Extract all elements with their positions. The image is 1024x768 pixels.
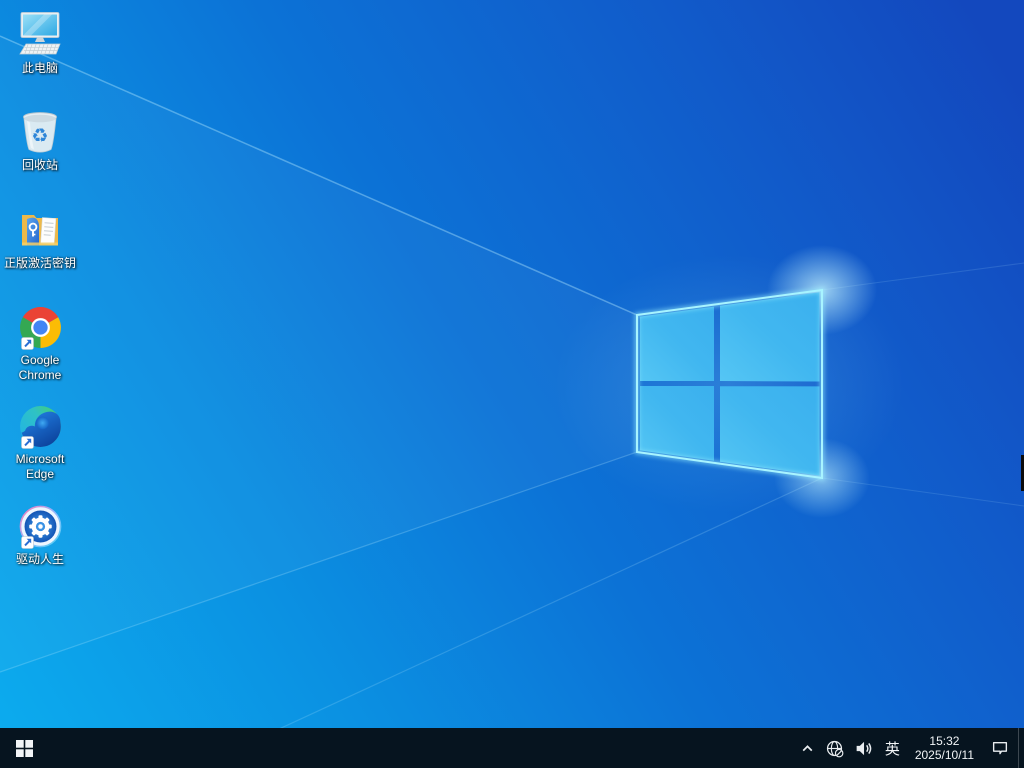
recycle-symbol: ♻ <box>31 125 48 147</box>
desktop-icon-this-pc[interactable]: 此电脑 <box>1 10 79 76</box>
desktop[interactable]: 此电脑 ♻ 回收站 正版激活密钥 Google Chrome Microsoft… <box>0 0 1024 728</box>
desktop-icon-label: 回收站 <box>21 158 58 172</box>
desktop-icon-microsoft-edge[interactable]: Microsoft Edge <box>1 401 79 482</box>
network-status-button[interactable] <box>820 728 849 768</box>
desktop-icon-label: Google Chrome <box>18 353 62 382</box>
desktop-icon-recycle-bin[interactable]: ♻ 回收站 <box>1 107 79 173</box>
desktop-icon-google-chrome[interactable]: Google Chrome <box>1 302 79 383</box>
speech-bubble-icon <box>992 742 1008 755</box>
shortcut-arrow-icon <box>20 436 34 449</box>
chevron-up-icon <box>802 744 813 751</box>
desktop-icon-driver-life[interactable]: 驱动人生 <box>1 501 79 567</box>
start-button[interactable] <box>0 728 48 768</box>
desktop-icon-label: 驱动人生 <box>15 552 64 566</box>
taskbar-clock[interactable]: 15:32 2025/10/11 <box>907 728 982 768</box>
recycle-bin-icon: ♻ <box>23 112 57 153</box>
clock-time: 15:32 <box>929 734 960 748</box>
hidden-icons-button[interactable] <box>795 728 820 768</box>
clock-date: 2025/10/11 <box>914 748 974 762</box>
system-tray: 英 15:32 2025/10/11 <box>795 728 1024 768</box>
windows-logo-icon <box>15 739 33 757</box>
desktop-icon-activation-key[interactable]: 正版激活密钥 <box>1 205 79 271</box>
computer-monitor-icon <box>19 12 61 55</box>
folder-key-icon <box>22 215 58 246</box>
volume-button[interactable] <box>849 728 878 768</box>
speaker-icon <box>856 741 872 755</box>
shortcut-arrow-icon <box>20 536 34 549</box>
globe-no-internet-icon <box>826 740 844 757</box>
show-desktop-button[interactable] <box>1018 728 1024 768</box>
wallpaper-windows-logo <box>0 0 1024 728</box>
windows-desktop-screen: 此电脑 ♻ 回收站 正版激活密钥 Google Chrome Microsoft… <box>0 0 1024 768</box>
taskbar: 英 15:32 2025/10/11 <box>0 728 1024 768</box>
desktop-icon-label: Microsoft Edge <box>15 452 65 481</box>
action-center-button[interactable] <box>982 728 1018 768</box>
desktop-icon-label: 正版激活密钥 <box>3 256 76 270</box>
shortcut-arrow-icon <box>20 337 34 350</box>
ime-language-indicator[interactable]: 英 <box>878 728 907 768</box>
desktop-icon-label: 此电脑 <box>21 61 58 75</box>
